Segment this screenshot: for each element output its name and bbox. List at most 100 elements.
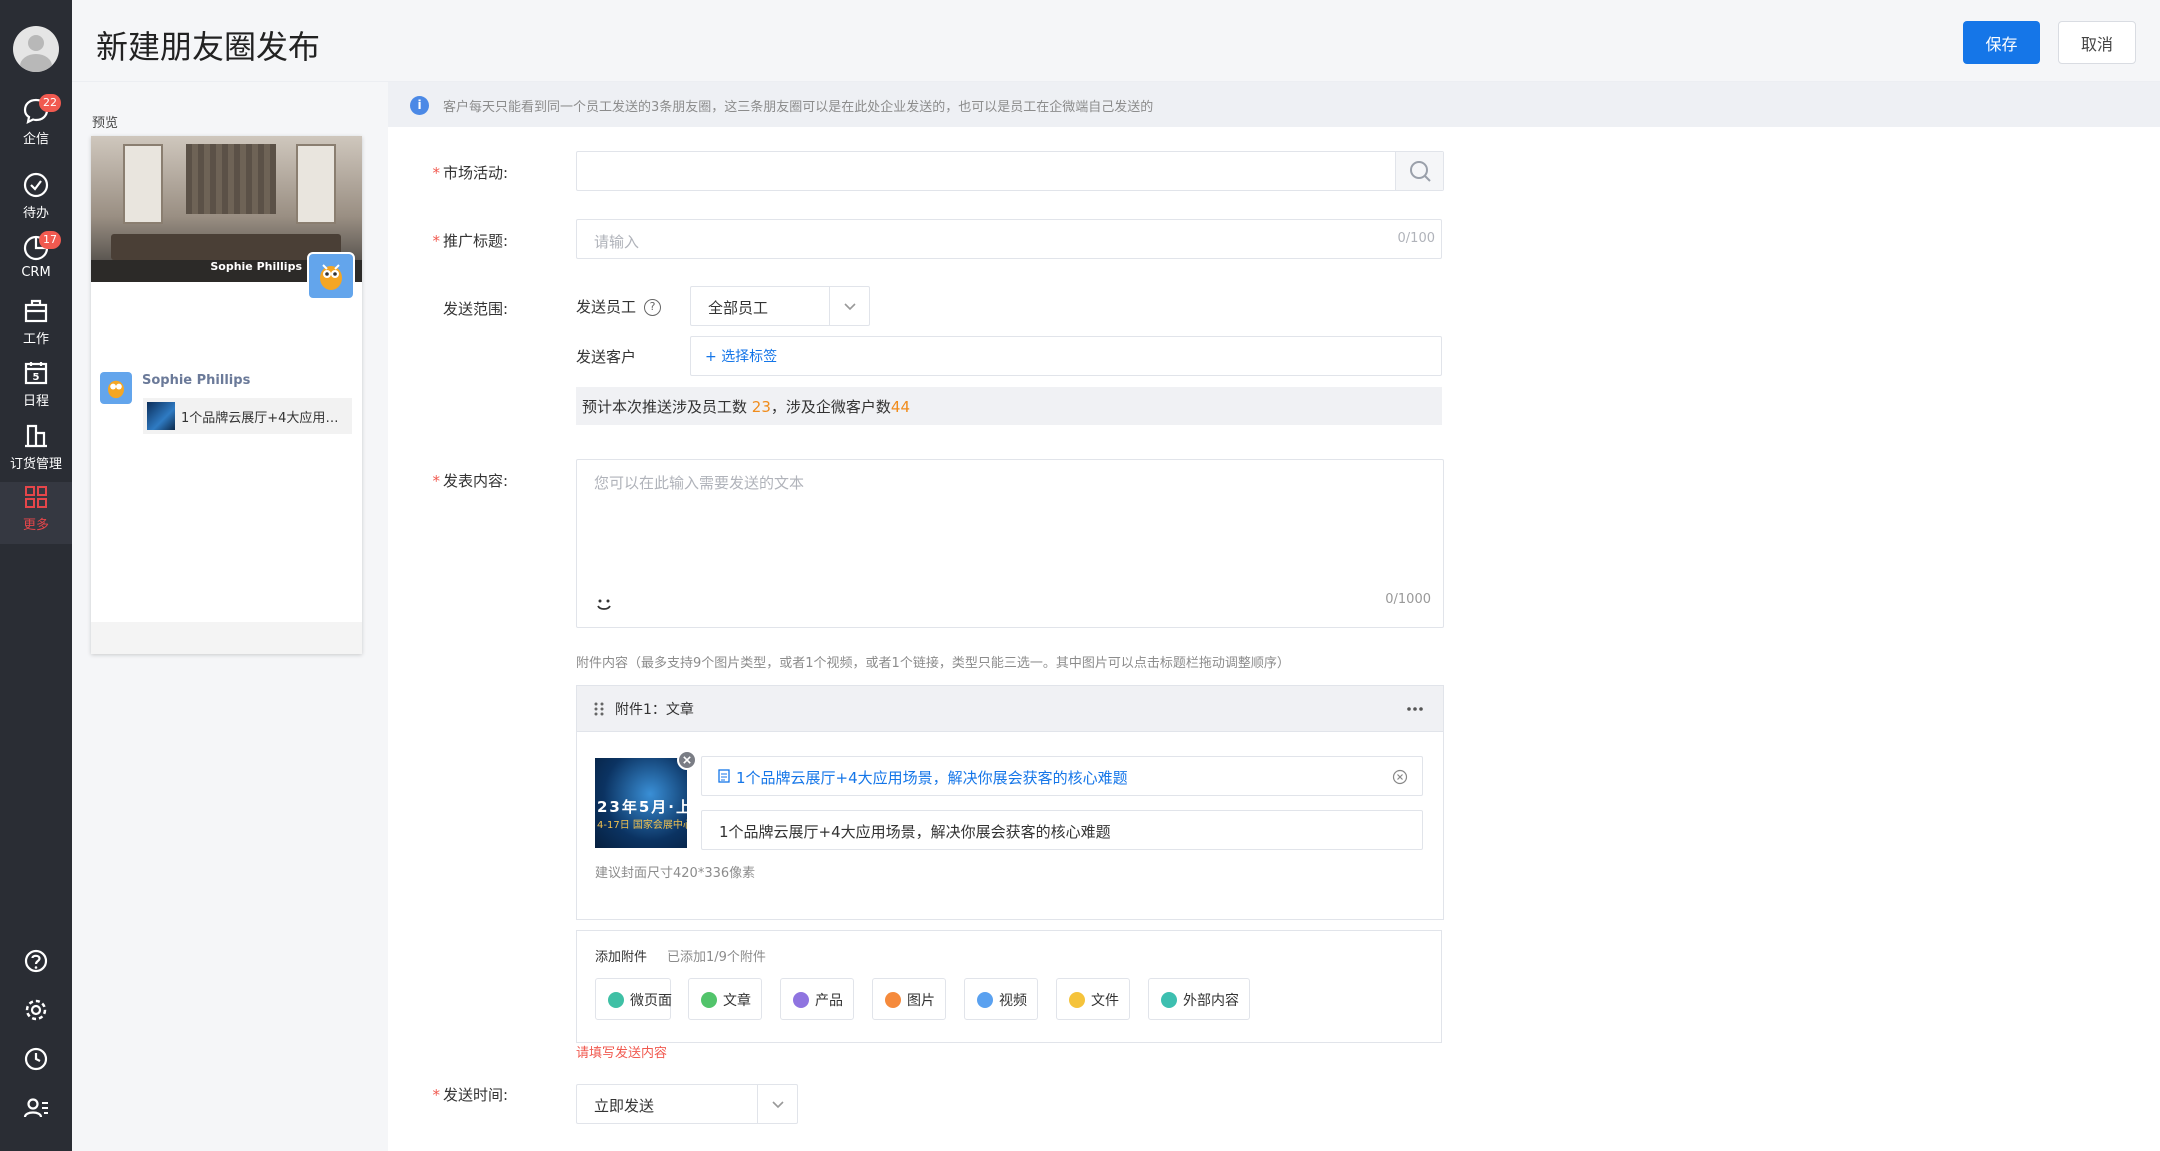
sidebar-item-more[interactable]: 更多 [0,482,72,544]
micropage-icon [608,992,624,1008]
sidebar-item-work[interactable]: 工作 [0,296,72,358]
video-icon [977,992,993,1008]
post-author-name: Sophie Phillips [142,373,251,388]
calendar-icon: 5 [24,362,48,385]
article-link-text: 1个品牌云展厅+4大应用场景，解决你展会获客的核心难题 [736,769,1128,787]
employee-select-value: 全部员工 [708,299,769,317]
grid-icon [25,486,47,508]
sidebar-item-schedule[interactable]: 5 日程 [0,358,72,420]
sidebar-item-label: 工作 [22,332,49,347]
customer-tag-field[interactable]: + 选择标签 [690,336,1442,376]
content-placeholder: 您可以在此输入需要发送的文本 [594,474,805,492]
bot-avatar [307,252,355,300]
help-icon[interactable] [22,947,50,975]
attachment-card-header[interactable]: 附件1：文章 [577,686,1443,732]
activity-label: * 市场活动: [432,164,508,182]
chevron-down-icon [772,1101,784,1109]
attachment-thumbnail[interactable]: 23年5月·上 4-17日 国家会展中心 [595,758,687,848]
title-label: * 推广标题: [432,232,508,250]
title-placeholder: 请输入 [594,233,640,251]
question-icon[interactable]: ? [644,299,662,316]
activity-input[interactable] [576,151,1444,191]
preview-pane: 预览 Sophie Phillips Sophie Phillips 1个品牌云… [72,82,388,1151]
post-avatar [100,372,132,404]
add-video-button[interactable]: 视频 [964,978,1038,1020]
save-button[interactable]: 保存 [1963,21,2040,64]
employee-label: 发送员工? [576,296,662,317]
article-link-field[interactable]: 1个品牌云展厅+4大应用场景，解决你展会获客的核心难题 [701,756,1423,796]
building-icon [25,424,47,448]
sidebar-item-messages[interactable]: 22 企信 [0,94,72,158]
cancel-button[interactable]: 取消 [2058,21,2136,64]
product-icon [793,992,809,1008]
thumbnail-text-line1: 23年5月·上 [597,798,687,816]
settings-icon[interactable] [22,996,50,1024]
user-avatar[interactable] [13,26,59,72]
article-description-text: 1个品牌云展厅+4大应用场景，解决你展会获客的核心难题 [719,823,1111,841]
sidebar-item-label: 日程 [22,394,49,409]
briefcase-icon [24,299,48,323]
drag-handle-icon[interactable] [593,701,605,717]
post-link-preview: 1个品牌云展厅+4大应用场景，解决你展会获客的核心难题 [143,398,352,434]
clock-icon[interactable] [22,1045,50,1073]
check-circle-icon [23,172,49,198]
add-file-button[interactable]: 文件 [1056,978,1130,1020]
image-icon [885,992,901,1008]
customer-label: 发送客户 [576,348,637,366]
add-micropage-button[interactable]: 微页面 [595,978,672,1020]
attachment-count: 已添加1/9个附件 [667,950,766,965]
sidebar-item-crm[interactable]: 17 CRM [0,231,72,295]
sidebar-item-label: 企信 [22,132,49,147]
activity-search-button[interactable] [1395,152,1443,190]
sidebar-item-label: 订货管理 [9,457,62,472]
scope-label: 发送范围: [442,300,508,318]
attachment-title: 附件1：文章 [615,702,694,718]
article-description-input[interactable]: 1个品牌云展厅+4大应用场景，解决你展会获客的核心难题 [701,810,1423,850]
emoji-icon[interactable] [593,593,615,615]
add-article-button[interactable]: 文章 [688,978,762,1020]
preview-label: 预览 [92,116,119,131]
estimate-text: 预计本次推送涉及员工数 23，涉及企微客户数44 [576,387,1442,425]
external-link-icon [1161,992,1177,1008]
header: 新建朋友圈发布 保存 取消 [72,0,2160,82]
messages-badge: 22 [39,94,61,112]
employee-select[interactable]: 全部员工 [690,286,870,326]
phone-preview: Sophie Phillips Sophie Phillips 1个品牌云展厅+… [91,136,362,654]
sidebar-item-todo[interactable]: 待办 [0,170,72,232]
attachment-card: 附件1：文章 23年5月·上 4-17日 国家会展中心 1个品牌云展厅+4大应用… [576,685,1444,920]
main-form: i 客户每天只能看到同一个员工发送的3条朋友圈，这三条朋友圈可以是在此处企业发送… [388,82,2160,1151]
title-counter: 0/100 [1397,231,1435,246]
send-time-label: * 发送时间: [432,1086,508,1104]
remove-thumbnail-icon[interactable] [677,750,697,770]
add-product-button[interactable]: 产品 [780,978,854,1020]
employee-count: 23 [751,398,771,416]
content-textarea[interactable]: 您可以在此输入需要发送的文本 0/1000 [576,459,1444,628]
sidebar-item-label: 待办 [22,206,49,221]
content-counter: 0/1000 [1385,592,1431,607]
select-tag-link[interactable]: + 选择标签 [705,346,777,366]
svg-text:5: 5 [33,372,40,383]
file-icon [1069,992,1085,1008]
content-label: * 发表内容: [432,472,508,490]
sidebar-item-orders[interactable]: 订货管理 [0,421,72,483]
contacts-icon[interactable] [22,1094,50,1122]
content-error-message: 请填写发送内容 [576,1046,668,1061]
document-icon [718,769,730,783]
sidebar: 22 企信 待办 17 CRM 工作 5 日程 订货管理 更多 [0,0,72,1151]
add-image-button[interactable]: 图片 [872,978,946,1020]
add-external-content-button[interactable]: 外部内容 [1148,978,1250,1020]
send-time-select[interactable]: 立即发送 [576,1084,798,1124]
sidebar-item-label: 更多 [22,518,49,533]
clear-link-icon[interactable] [1392,769,1408,785]
notice-text: 客户每天只能看到同一个员工发送的3条朋友圈，这三条朋友圈可以是在此处企业发送的，… [443,100,1154,115]
post-link-thumbnail [147,402,175,430]
add-attachment-label: 添加附件 [595,950,648,965]
info-icon: i [410,96,429,115]
title-input[interactable]: 请输入 0/100 [576,219,1442,259]
page-title: 新建朋友圈发布 [96,28,321,66]
more-icon[interactable] [1405,700,1425,718]
notice-bar: i 客户每天只能看到同一个员工发送的3条朋友圈，这三条朋友圈可以是在此处企业发送… [388,82,2160,127]
cover-size-hint: 建议封面尺寸420*336像素 [595,866,756,881]
search-icon [1410,161,1431,182]
post-link-text: 1个品牌云展厅+4大应用场景，解决你展会获客的核心难题 [181,411,347,426]
